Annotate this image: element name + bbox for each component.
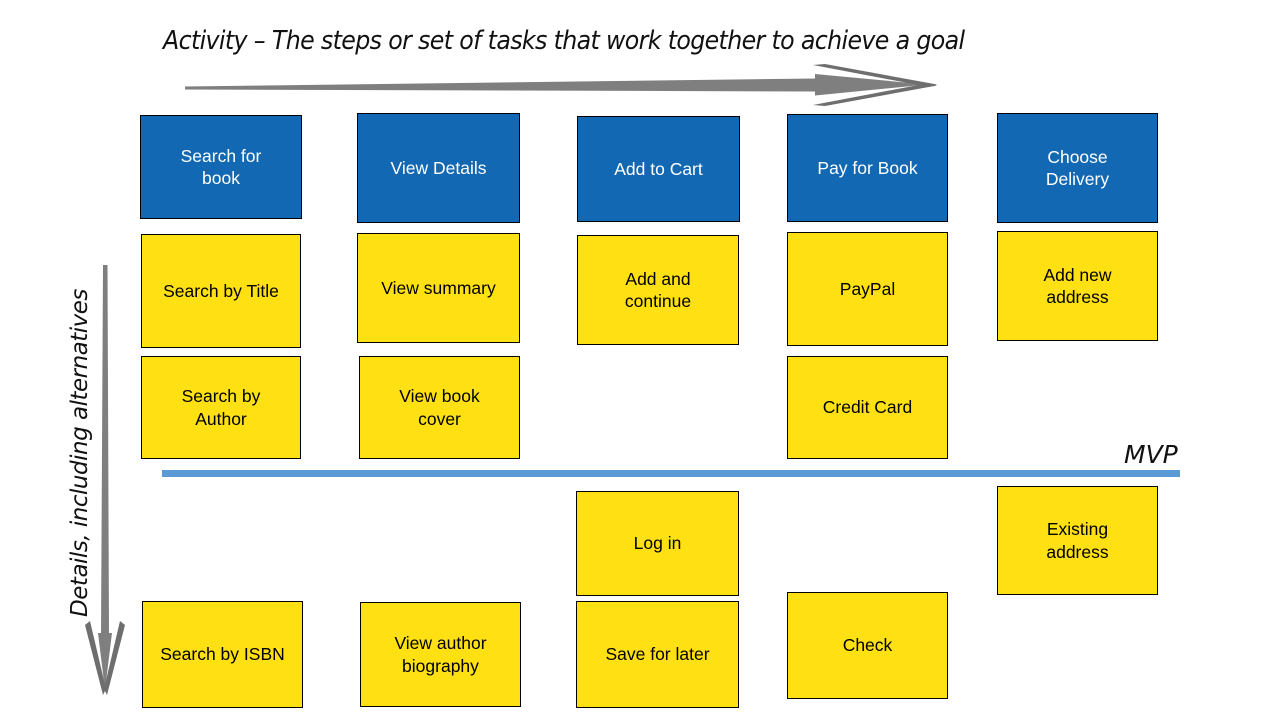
task-card-check[interactable]: Check bbox=[787, 592, 948, 699]
task-card-save-for-later[interactable]: Save for later bbox=[576, 601, 739, 708]
task-card-view-summary[interactable]: View summary bbox=[357, 233, 520, 343]
activity-card-view-details[interactable]: View Details bbox=[357, 113, 520, 223]
arrow-right-icon bbox=[185, 64, 937, 106]
mvp-label: MVP bbox=[1124, 440, 1178, 469]
activity-card-choose-delivery[interactable]: Choose Delivery bbox=[997, 113, 1158, 223]
task-card-search-by-isbn[interactable]: Search by ISBN bbox=[142, 601, 303, 708]
task-card-view-author-biography[interactable]: View author biography bbox=[360, 602, 521, 707]
arrow-down-icon bbox=[85, 265, 125, 695]
task-card-search-by-title[interactable]: Search by Title bbox=[141, 234, 301, 348]
activity-card-add-to-cart[interactable]: Add to Cart bbox=[577, 116, 740, 222]
task-card-add-and-continue[interactable]: Add and continue bbox=[577, 235, 739, 345]
task-card-view-book-cover[interactable]: View book cover bbox=[359, 356, 520, 459]
story-map-canvas: Activity – The steps or set of tasks tha… bbox=[0, 0, 1280, 720]
task-card-search-by-author[interactable]: Search by Author bbox=[141, 356, 301, 459]
task-card-log-in[interactable]: Log in bbox=[576, 491, 739, 596]
page-title: Activity – The steps or set of tasks tha… bbox=[163, 26, 965, 56]
task-card-credit-card[interactable]: Credit Card bbox=[787, 356, 948, 459]
task-card-add-new-address[interactable]: Add new address bbox=[997, 231, 1158, 341]
activity-card-pay-for-book[interactable]: Pay for Book bbox=[787, 114, 948, 222]
task-card-paypal[interactable]: PayPal bbox=[787, 232, 948, 346]
activity-card-search-for-book[interactable]: Search for book bbox=[140, 115, 302, 219]
mvp-divider-line bbox=[162, 470, 1180, 477]
task-card-existing-address[interactable]: Existing address bbox=[997, 486, 1158, 595]
